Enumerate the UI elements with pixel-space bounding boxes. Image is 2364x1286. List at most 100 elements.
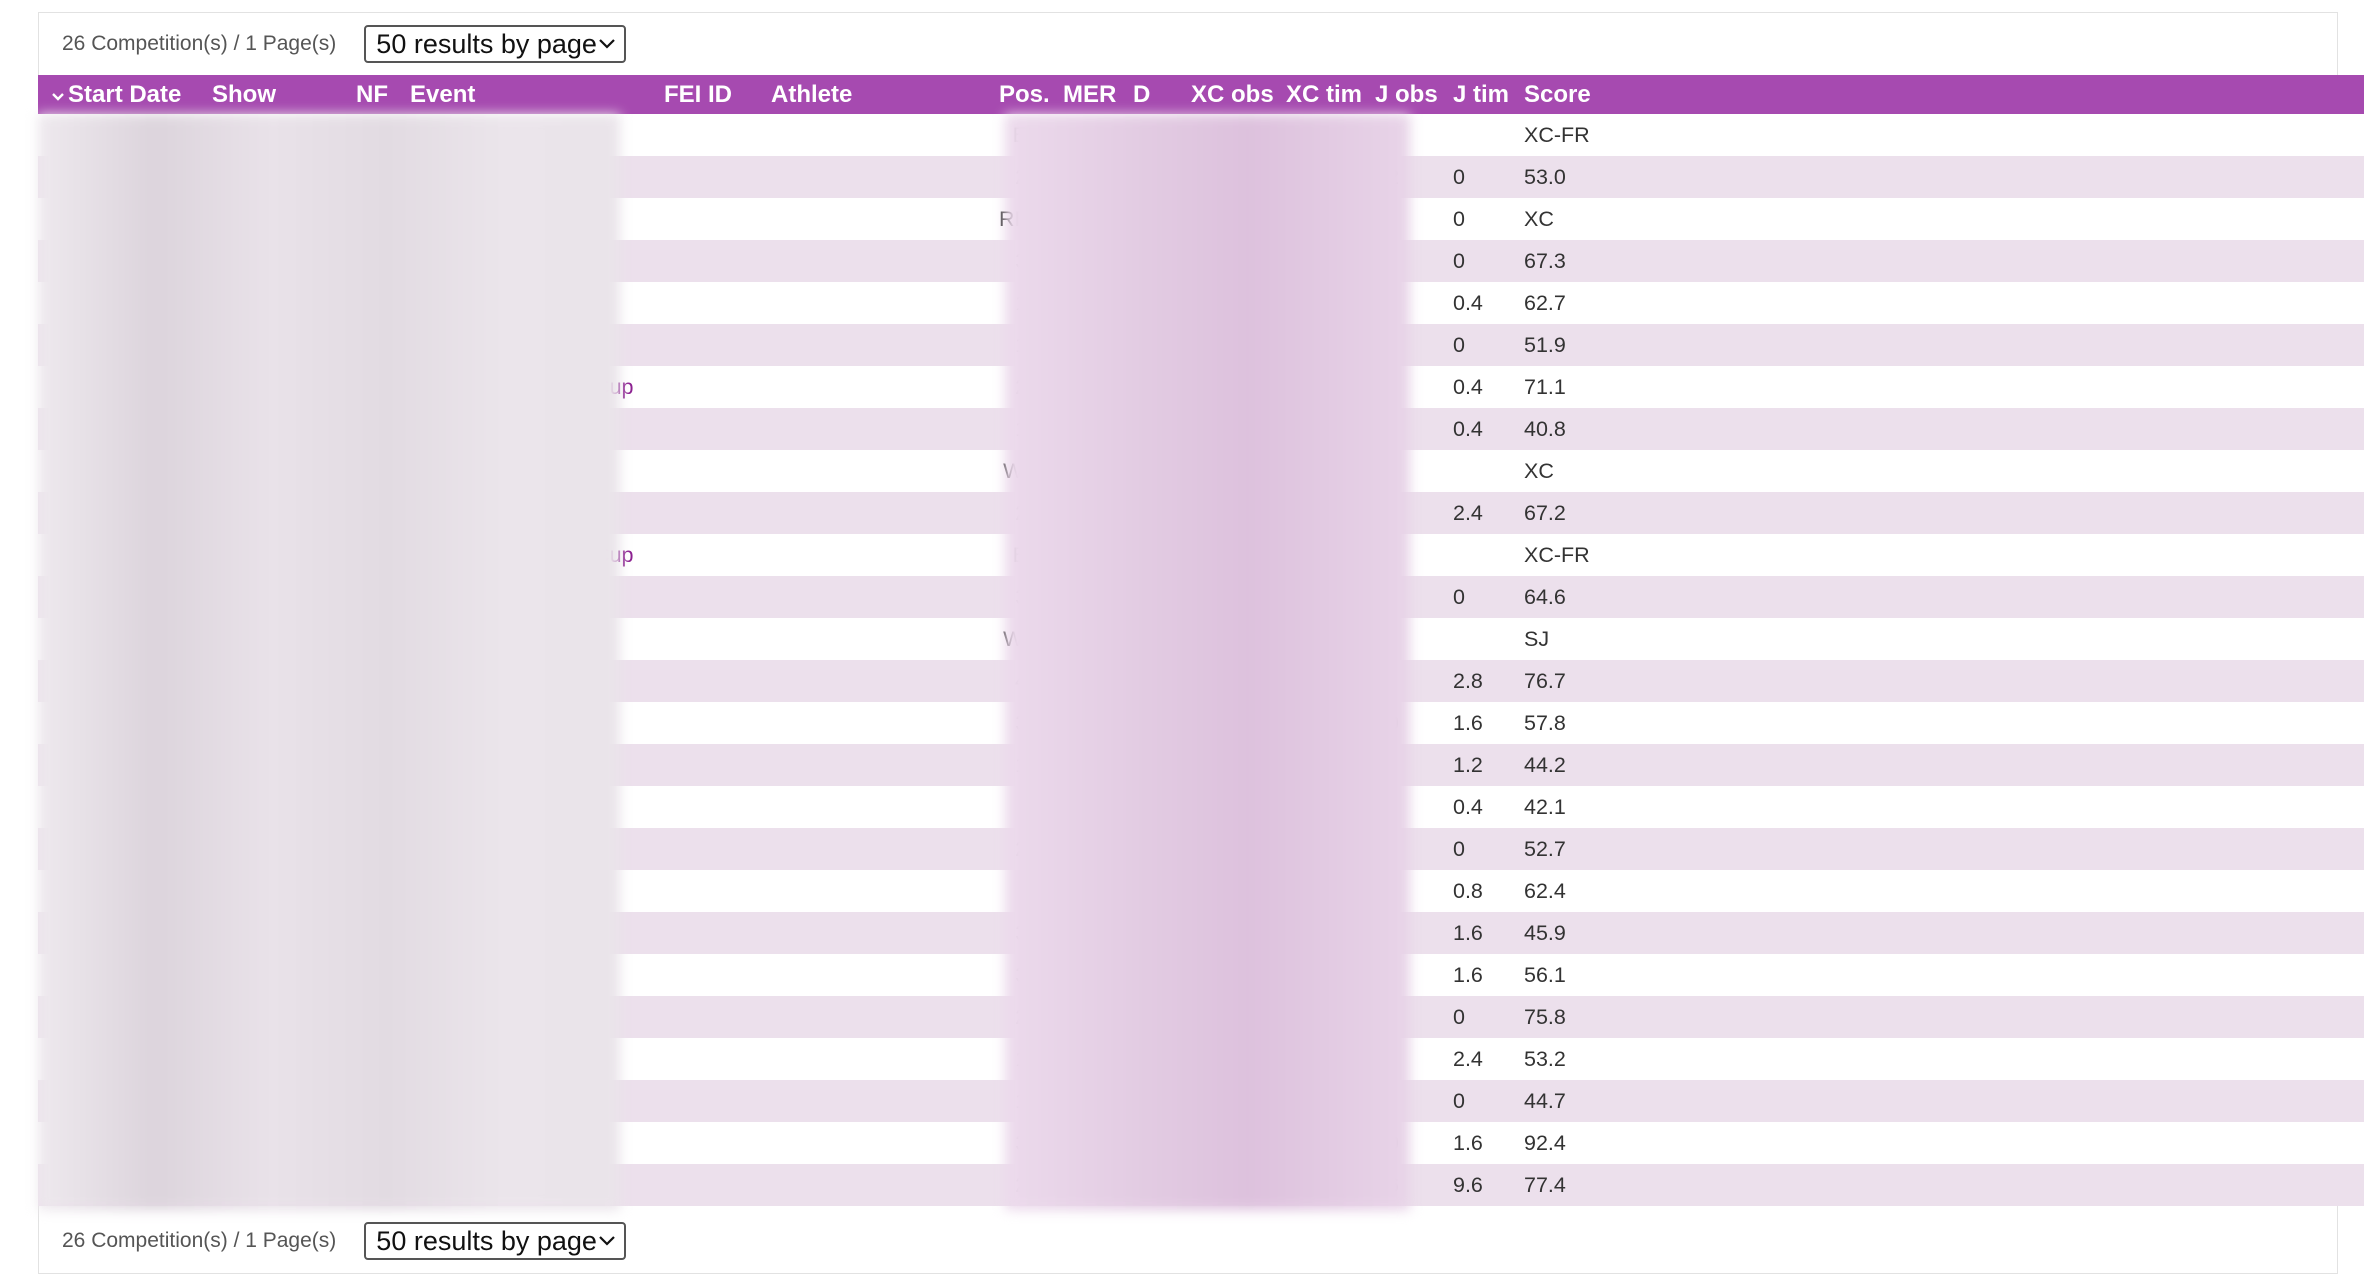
col-score[interactable]: Score [1512,75,2364,114]
fei-id-cell[interactable] [652,576,759,618]
event-link[interactable]: CCI3*-S [398,324,652,366]
event-link[interactable]: CCI3*-S [398,786,652,828]
event-link[interactable]: CCI4*-S [398,660,652,702]
col-pos[interactable]: Pos. [987,75,1051,114]
fei-id-cell[interactable] [652,534,759,576]
athlete-cell[interactable] [759,912,987,954]
show-cell[interactable] [200,366,344,408]
col-j-obs[interactable]: J obs [1363,75,1441,114]
athlete-cell[interactable] [759,576,987,618]
fei-id-cell[interactable] [652,156,759,198]
event-link[interactable]: CCI3*-S [398,996,652,1038]
athlete-cell[interactable] [759,1080,987,1122]
athlete-cell[interactable] [759,996,987,1038]
event-link[interactable]: CCI3*-S [398,282,652,324]
col-d[interactable]: D [1121,75,1179,114]
event-link[interactable]: CCI4*-S [398,240,652,282]
athlete-cell[interactable] [759,870,987,912]
col-fei-id[interactable]: FEI ID [652,75,759,114]
fei-id-cell[interactable] [652,114,759,156]
col-mer[interactable]: MER [1051,75,1121,114]
event-link[interactable]: CCI3*-S [398,828,652,870]
event-link[interactable]: CCI2*-S [398,912,652,954]
show-cell[interactable] [200,114,344,156]
fei-id-cell[interactable] [652,870,759,912]
fei-id-cell[interactable] [652,450,759,492]
athlete-cell[interactable] [759,492,987,534]
fei-id-cell[interactable] [652,1122,759,1164]
fei-id-cell[interactable] [652,324,759,366]
event-link[interactable]: CCIO4*-NC-S [398,618,652,660]
athlete-cell[interactable] [759,786,987,828]
show-cell[interactable] [200,492,344,534]
event-link[interactable]: CCI3*-L [398,744,652,786]
athlete-cell[interactable] [759,618,987,660]
col-j-tim[interactable]: J tim [1441,75,1512,114]
show-cell[interactable] [200,702,344,744]
show-cell[interactable] [200,1080,344,1122]
event-link[interactable]: CCI2*-S [398,1122,652,1164]
athlete-cell[interactable] [759,366,987,408]
event-link[interactable]: CCI3*-S [398,702,652,744]
show-cell[interactable] [200,870,344,912]
fei-id-cell[interactable] [652,954,759,996]
fei-id-cell[interactable] [652,744,759,786]
athlete-cell[interactable] [759,450,987,492]
event-link[interactable]: CCIO4*-NC-L [398,114,652,156]
show-cell[interactable] [200,240,344,282]
col-xc-tim[interactable]: XC tim [1274,75,1363,114]
event-link[interactable]: CCI3*-S [398,156,652,198]
fei-id-cell[interactable] [652,366,759,408]
event-link[interactable]: CCIO4*-NC-S [398,198,652,240]
show-cell[interactable] [200,534,344,576]
show-cell[interactable] [200,828,344,870]
show-cell[interactable] [200,996,344,1038]
event-link[interactable]: CCI2*-S [398,1080,652,1122]
page-size-select[interactable]: 50 results by page [364,25,627,63]
athlete-cell[interactable] [759,744,987,786]
show-cell[interactable] [200,660,344,702]
fei-id-cell[interactable] [652,1080,759,1122]
show-cell[interactable] [200,744,344,786]
athlete-cell[interactable] [759,660,987,702]
show-cell[interactable] [200,1164,344,1206]
col-athlete[interactable]: Athlete [759,75,987,114]
show-cell[interactable] [200,282,344,324]
show-cell[interactable] [200,450,344,492]
show-cell[interactable] [200,408,344,450]
athlete-cell[interactable] [759,1164,987,1206]
athlete-cell[interactable] [759,1122,987,1164]
fei-id-cell[interactable] [652,240,759,282]
show-cell[interactable] [200,1038,344,1080]
show-cell[interactable] [200,912,344,954]
fei-id-cell[interactable] [652,1038,759,1080]
col-xc-obs[interactable]: XC obs [1179,75,1274,114]
fei-id-cell[interactable] [652,828,759,870]
fei-id-cell[interactable] [652,492,759,534]
show-cell[interactable] [200,576,344,618]
show-cell[interactable] [200,198,344,240]
fei-id-cell[interactable] [652,408,759,450]
athlete-cell[interactable] [759,702,987,744]
show-cell[interactable] [200,324,344,366]
athlete-cell[interactable] [759,408,987,450]
athlete-cell[interactable] [759,828,987,870]
event-link[interactable]: CCI3*-S European Cup [398,366,652,408]
show-cell[interactable] [200,954,344,996]
event-link[interactable]: CCI2*-S [398,1164,652,1206]
event-link[interactable]: CCI3*-S [398,492,652,534]
athlete-cell[interactable] [759,324,987,366]
event-link[interactable]: CCI4*-S [398,450,652,492]
athlete-cell[interactable] [759,954,987,996]
show-cell[interactable] [200,1122,344,1164]
fei-id-cell[interactable] [652,786,759,828]
fei-id-cell[interactable] [652,996,759,1038]
event-link[interactable]: CCI2*-L [398,1038,652,1080]
fei-id-cell[interactable] [652,198,759,240]
athlete-cell[interactable] [759,198,987,240]
athlete-cell[interactable] [759,114,987,156]
event-link[interactable]: CCI3*-S [398,408,652,450]
athlete-cell[interactable] [759,282,987,324]
fei-id-cell[interactable] [652,702,759,744]
fei-id-cell[interactable] [652,618,759,660]
